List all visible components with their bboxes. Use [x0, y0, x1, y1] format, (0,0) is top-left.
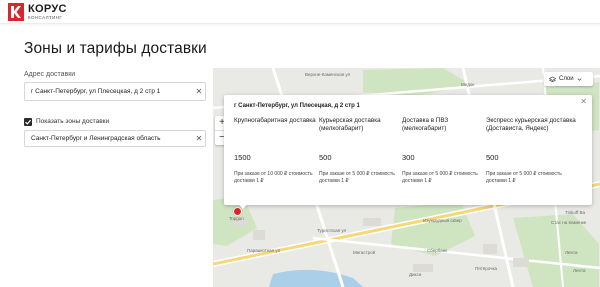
page-title: Зоны и тарифы доставки [24, 40, 207, 57]
map-street-label: Верхне-Каменская ул [305, 72, 351, 77]
service-price: 300 [402, 153, 415, 162]
service-note: При заказе от 10 000 ₽ стоимость доставк… [234, 171, 313, 184]
service-note: При заказе от 5 000 ₽ стоимость доставки… [319, 171, 395, 184]
service-note: При заказе от 5 000 ₽ стоимость доставки… [486, 171, 562, 184]
service-price: 1500 [234, 153, 251, 162]
map-poi-label: Медок [461, 82, 475, 87]
popup-close-icon[interactable]: ✕ [580, 97, 587, 106]
logo-name: КОРУС [28, 2, 67, 15]
address-input[interactable]: г Санкт-Петербург, ул Плесецкая, д 2 стр… [24, 82, 206, 101]
popup-pointer [238, 203, 248, 209]
region-clear-icon[interactable]: ✕ [194, 131, 204, 146]
map-poi-label: Сбербанк [427, 248, 448, 253]
layers-icon [549, 75, 556, 82]
map-poi-label: Лента [565, 250, 578, 255]
popup-address-title: г Санкт-Петербург, ул Плесецкая, д 2 стр… [234, 103, 360, 109]
address-clear-icon[interactable]: ✕ [194, 84, 204, 99]
service-name: Экспресс курьерская доставка (Достависта… [486, 117, 576, 132]
service-card: Крупногабаритная доставка 1500 При заказ… [234, 117, 316, 185]
logo-subtitle: КОНСАЛТИНГ [28, 14, 63, 20]
service-card: Курьерская доставка (мелкогабарит) 500 П… [319, 117, 401, 185]
map-poi-label: Лента [573, 268, 586, 273]
show-zones-checkbox[interactable] [24, 118, 32, 126]
service-note: При заказе от 5 000 ₽ стоимость доставки… [402, 171, 478, 184]
service-price: 500 [319, 153, 332, 162]
delivery-map[interactable]: Верхне-Каменская ул Медок Лес Туристская… [213, 68, 600, 287]
layers-label: Слои [559, 76, 574, 82]
map-poi-label: Стас на Каменке [551, 220, 587, 225]
map-poi-label: Дикси [409, 272, 422, 277]
service-card: Экспресс курьерская доставка (Достависта… [486, 117, 582, 185]
map-layers-button[interactable]: Слои [544, 72, 593, 86]
korus-logo[interactable]: КОРУС КОНСАЛТИНГ [8, 3, 67, 21]
map-poi-label: Tinkoff Ba [565, 210, 586, 215]
region-select[interactable]: Санкт-Петербург и Ленинградская область [24, 130, 206, 147]
map-poi-label: Topgun [229, 216, 244, 221]
map-poi-label: Изумрудный сквер [423, 218, 462, 223]
show-zones-label[interactable]: Показать зоны доставки [36, 118, 109, 126]
map-poi-label: Мегастрой [353, 250, 376, 255]
service-name: Крупногабаритная доставка [234, 117, 316, 124]
map-poi-label: Пятёрочка [475, 266, 498, 271]
map-street-label: Туристская ул [317, 228, 347, 233]
service-card: Доставка в ПВЗ (мелкогабарит) 300 При за… [402, 117, 484, 185]
service-price: 500 [486, 153, 499, 162]
map-street-label: Парашютная ул [247, 248, 281, 253]
delivery-popup: ✕ г Санкт-Петербург, ул Плесецкая, д 2 с… [224, 95, 592, 209]
logo-mark-icon [8, 3, 24, 21]
service-name: Доставка в ПВЗ (мелкогабарит) [402, 117, 449, 132]
service-name: Курьерская доставка (мелкогабарит) [319, 117, 381, 132]
top-bar: КОРУС КОНСАЛТИНГ [0, 0, 600, 24]
chevron-down-icon [577, 77, 581, 81]
address-label: Адрес доставки [24, 71, 76, 78]
